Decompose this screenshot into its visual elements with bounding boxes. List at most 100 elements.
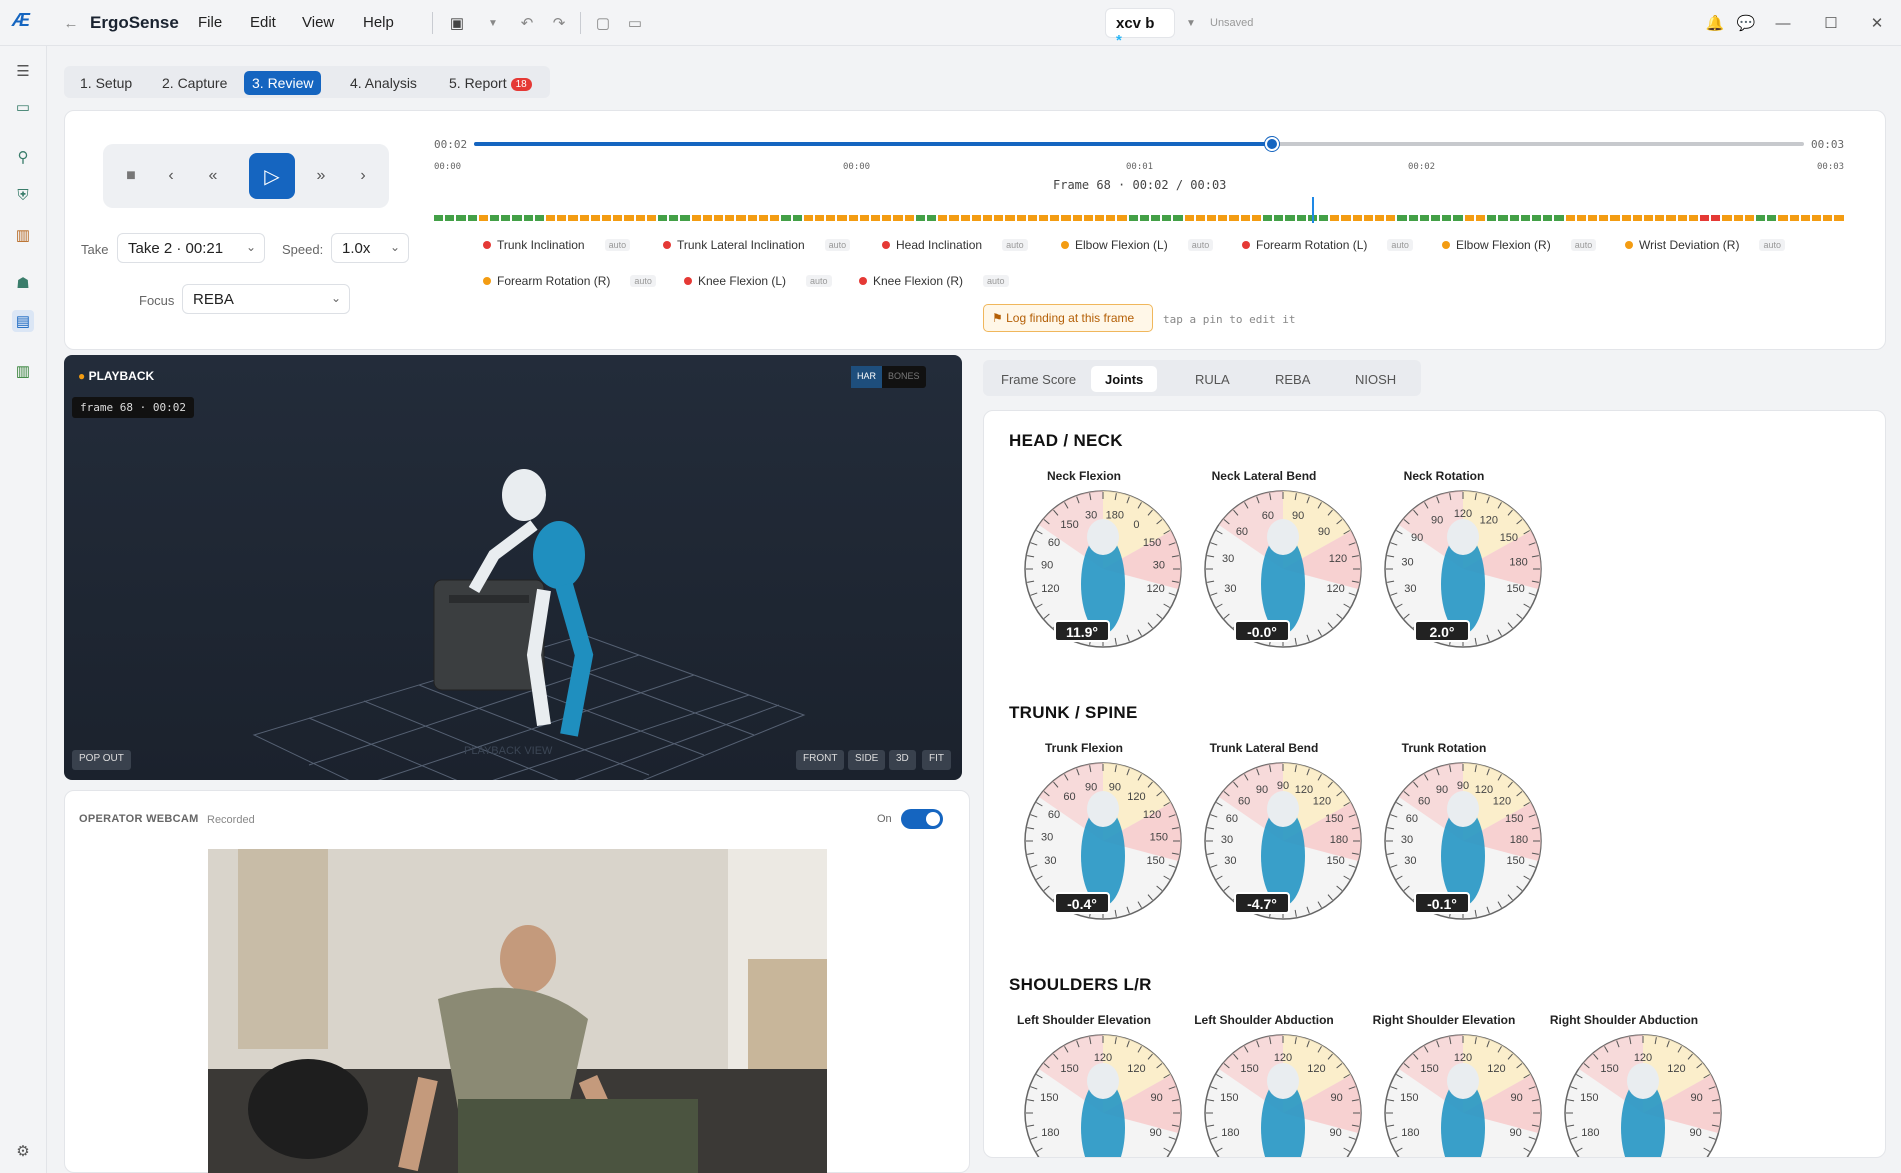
joint-gauge[interactable]: Right Shoulder Abduction 180 150 150 120 120 9… bbox=[1539, 1013, 1722, 1157]
redo-icon[interactable]: ↷ bbox=[548, 12, 570, 34]
risk-segment bbox=[1330, 215, 1340, 221]
legend-item[interactable]: Elbow Flexion (L) auto bbox=[1061, 238, 1214, 252]
joint-gauge[interactable]: Left Shoulder Elevation 180 150 150 120 120 90… bbox=[999, 1013, 1182, 1157]
chevron-down-icon[interactable]: ▼ bbox=[1180, 12, 1202, 34]
take-value: Take 2 · 00:21 bbox=[128, 240, 224, 257]
gauge-value: -0.0° bbox=[1234, 620, 1290, 642]
notifications-icon[interactable]: 🔔 bbox=[1704, 12, 1726, 34]
time-tick: 00:01 bbox=[1126, 162, 1154, 172]
step-review[interactable]: 3. Review bbox=[244, 71, 322, 95]
scrubber-handle[interactable] bbox=[1265, 137, 1279, 151]
risk-segment bbox=[1733, 215, 1743, 221]
analysis-tabs: Frame Score Joints RULA REBA NIOSH bbox=[983, 360, 1421, 396]
save-icon[interactable]: ▣ bbox=[446, 12, 468, 34]
menu-view[interactable]: View bbox=[302, 14, 334, 31]
legend-item[interactable]: Forearm Rotation (R) auto bbox=[483, 274, 656, 288]
risk-segment bbox=[904, 215, 914, 221]
tab-rula[interactable]: RULA bbox=[1181, 366, 1244, 392]
next-frame-icon[interactable]: › bbox=[351, 164, 375, 188]
monitor-icon[interactable]: ▭ bbox=[12, 96, 34, 118]
svg-text:120: 120 bbox=[1480, 514, 1498, 526]
step-capture[interactable]: 2. Capture bbox=[154, 71, 235, 95]
view-front-button[interactable]: FRONT bbox=[796, 750, 845, 770]
rewind-icon[interactable]: « bbox=[201, 164, 225, 188]
risk-segment bbox=[1755, 215, 1766, 221]
minimize-icon[interactable]: — bbox=[1772, 12, 1794, 34]
tab-joints[interactable]: Joints bbox=[1091, 366, 1158, 392]
fast-forward-icon[interactable]: » bbox=[309, 164, 333, 188]
risk-timeline[interactable] bbox=[434, 215, 1844, 221]
view-3d-button[interactable]: 3D bbox=[889, 750, 916, 770]
joint-gauge[interactable]: Right Shoulder Elevation 180 150 150 120 120 9… bbox=[1359, 1013, 1542, 1157]
tab-niosh[interactable]: NIOSH bbox=[1341, 366, 1410, 392]
step-setup[interactable]: 1. Setup bbox=[72, 71, 140, 95]
risk-segment bbox=[1688, 215, 1698, 221]
risk-segment bbox=[1352, 215, 1362, 221]
menu-file[interactable]: File bbox=[198, 14, 222, 31]
menu-edit[interactable]: Edit bbox=[250, 14, 276, 31]
hierarchy-icon[interactable]: ⚲ bbox=[12, 146, 34, 168]
library-icon[interactable]: ▥ bbox=[12, 360, 34, 382]
svg-text:60: 60 bbox=[1406, 813, 1418, 825]
hamburger-icon[interactable]: ☰ bbox=[12, 60, 34, 82]
view-fit-button[interactable]: FIT bbox=[922, 750, 951, 770]
tab-reba[interactable]: REBA bbox=[1261, 366, 1324, 392]
legend-item[interactable]: Knee Flexion (R) auto bbox=[859, 274, 1009, 288]
risk-segment bbox=[1072, 215, 1082, 221]
new-file-icon[interactable]: ▢ bbox=[592, 12, 614, 34]
legend-item[interactable]: Head Inclination auto bbox=[882, 238, 1028, 252]
robot-figure bbox=[433, 469, 594, 737]
log-finding-button[interactable]: ⚑ Log finding at this frame bbox=[983, 304, 1153, 332]
joint-gauge[interactable]: Neck Rotation 30 30 90 90 120 120 150 180 150 2.0° bbox=[1359, 469, 1542, 669]
legend-item[interactable]: Knee Flexion (L) auto bbox=[684, 274, 832, 288]
focus-select[interactable]: REBA ⌄ bbox=[182, 284, 350, 314]
legend-item[interactable]: Forearm Rotation (L) auto bbox=[1242, 238, 1413, 252]
step-analysis[interactable]: 4. Analysis bbox=[342, 71, 425, 95]
joint-gauge[interactable]: Neck Lateral Bend 30 30 60 60 90 90 120 120 -0.0° bbox=[1179, 469, 1362, 669]
legend-label: Knee Flexion (L) bbox=[698, 274, 787, 288]
undo-icon[interactable]: ↶ bbox=[516, 12, 538, 34]
stop-icon[interactable]: ■ bbox=[119, 164, 143, 188]
svg-text:60: 60 bbox=[1063, 791, 1075, 803]
risk-segment bbox=[1453, 215, 1463, 221]
legend-item[interactable]: Trunk Lateral Inclination auto bbox=[663, 238, 851, 252]
step-report[interactable]: 5. Report 18 bbox=[441, 71, 540, 95]
robot-icon[interactable]: ☗ bbox=[12, 272, 34, 294]
risk-segment bbox=[1520, 215, 1530, 221]
webcam-toggle[interactable] bbox=[901, 809, 943, 829]
legend-item[interactable]: Elbow Flexion (R) auto bbox=[1442, 238, 1597, 252]
joint-gauge[interactable]: Left Shoulder Abduction 180 150 150 120 120 90… bbox=[1179, 1013, 1362, 1157]
pop-out-button[interactable]: POP OUT bbox=[72, 750, 131, 770]
svg-text:30: 30 bbox=[1153, 560, 1165, 572]
book-icon[interactable]: ▥ bbox=[12, 224, 34, 246]
legend-item[interactable]: Wrist Deviation (R) auto bbox=[1625, 238, 1785, 252]
speed-select[interactable]: 1.0x ⌄ bbox=[331, 233, 409, 263]
file-name-pill[interactable]: xcv b * bbox=[1105, 8, 1175, 49]
settings-gear-icon[interactable]: ⚙ bbox=[12, 1140, 34, 1162]
svg-text:30: 30 bbox=[1404, 855, 1416, 867]
joint-gauge[interactable]: Trunk Flexion 30 30 60 60 90 90 120 120 150 150 -0.… bbox=[999, 741, 1182, 941]
take-select[interactable]: Take 2 · 00:21 ⌄ bbox=[117, 233, 265, 263]
back-icon[interactable]: ← bbox=[60, 12, 82, 34]
shield-icon[interactable]: ⛨ bbox=[12, 184, 34, 206]
close-icon[interactable]: ✕ bbox=[1866, 12, 1888, 34]
svg-text:90: 90 bbox=[1509, 1127, 1521, 1139]
maximize-icon[interactable]: ☐ bbox=[1820, 12, 1842, 34]
view-side-button[interactable]: SIDE bbox=[848, 750, 886, 770]
legend-auto-tag: auto bbox=[630, 275, 656, 287]
chat-icon[interactable]: 💬 bbox=[1735, 12, 1757, 34]
play-button[interactable]: ▷ bbox=[249, 153, 295, 199]
chevron-down-icon[interactable]: ▼ bbox=[482, 12, 504, 34]
legend-item[interactable]: Trunk Inclination auto bbox=[483, 238, 631, 252]
tab-frame-score[interactable]: Frame Score bbox=[987, 366, 1090, 392]
joint-gauge[interactable]: Trunk Rotation 30 30 60 60 90 90 120 120 150 180 15… bbox=[1359, 741, 1542, 941]
review-icon[interactable]: ▤ bbox=[12, 310, 34, 332]
playback-viewport[interactable]: ● PLAYBACK frame 68 · 00:02 HAR BONES PL… bbox=[64, 355, 962, 780]
prev-frame-icon[interactable]: ‹ bbox=[159, 164, 183, 188]
joint-gauge[interactable]: Trunk Lateral Bend 30 30 60 60 90 90 120 120 150 1… bbox=[1179, 741, 1362, 941]
risk-segment bbox=[1823, 215, 1833, 221]
step-report-label: 5. Report bbox=[449, 75, 507, 91]
folder-icon[interactable]: ▭ bbox=[624, 12, 646, 34]
joint-gauge[interactable]: Neck Flexion 120 90 60 150 30 180 0 150 30 120 11.9… bbox=[999, 469, 1182, 669]
menu-help[interactable]: Help bbox=[363, 14, 394, 31]
